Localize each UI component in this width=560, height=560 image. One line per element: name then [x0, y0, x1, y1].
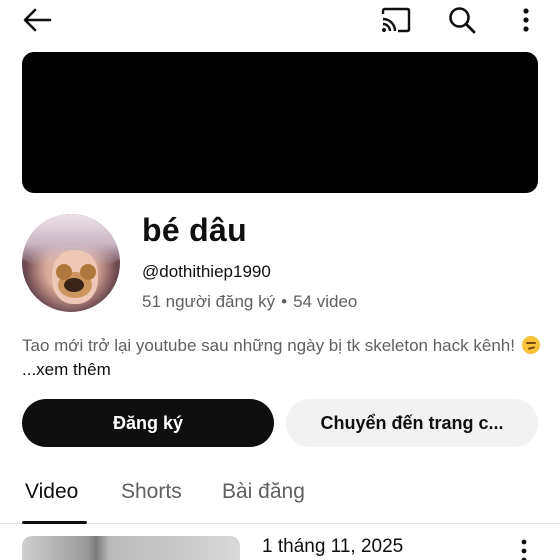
- channel-stats: 51 người đăng ký • 54 video: [142, 292, 357, 312]
- cast-button[interactable]: [378, 4, 414, 36]
- arrow-left-icon: [23, 8, 52, 32]
- tab-video[interactable]: Video: [25, 480, 78, 504]
- video-date: 1 tháng 11, 2025: [262, 536, 404, 557]
- video-more-button[interactable]: [510, 536, 538, 560]
- back-button[interactable]: [20, 4, 54, 36]
- channel-banner: [22, 52, 538, 193]
- more-vertical-icon: [523, 8, 529, 32]
- tab-posts[interactable]: Bài đăng: [222, 480, 305, 504]
- stats-separator: •: [281, 292, 288, 311]
- tab-shorts[interactable]: Shorts: [121, 480, 182, 504]
- subscriber-count: 51 người đăng ký: [142, 292, 276, 311]
- subscribe-button[interactable]: Đăng ký: [22, 399, 274, 447]
- video-count: 54 video: [293, 292, 358, 311]
- top-app-bar: [0, 0, 560, 40]
- more-vertical-icon: [521, 539, 527, 560]
- goto-channel-button[interactable]: Chuyển đến trang c...: [286, 399, 538, 447]
- search-button[interactable]: [444, 3, 480, 37]
- more-options-button[interactable]: [512, 3, 540, 37]
- video-thumbnail[interactable]: [22, 536, 240, 560]
- channel-tabs: Video Shorts Bài đăng: [0, 470, 560, 524]
- channel-name: bé dâu: [142, 212, 247, 248]
- see-more-link[interactable]: ...xem thêm: [22, 360, 111, 379]
- description-text: Tao mới trở lại youtube sau những ngày b…: [22, 336, 515, 355]
- smirk-emoji-icon: [521, 336, 540, 354]
- channel-avatar[interactable]: [22, 214, 120, 312]
- channel-handle: @dothithiep1990: [142, 262, 271, 281]
- cast-icon: [381, 7, 411, 33]
- active-tab-indicator: [22, 521, 87, 524]
- channel-description[interactable]: Tao mới trở lại youtube sau những ngày b…: [22, 334, 542, 382]
- search-icon: [449, 7, 476, 34]
